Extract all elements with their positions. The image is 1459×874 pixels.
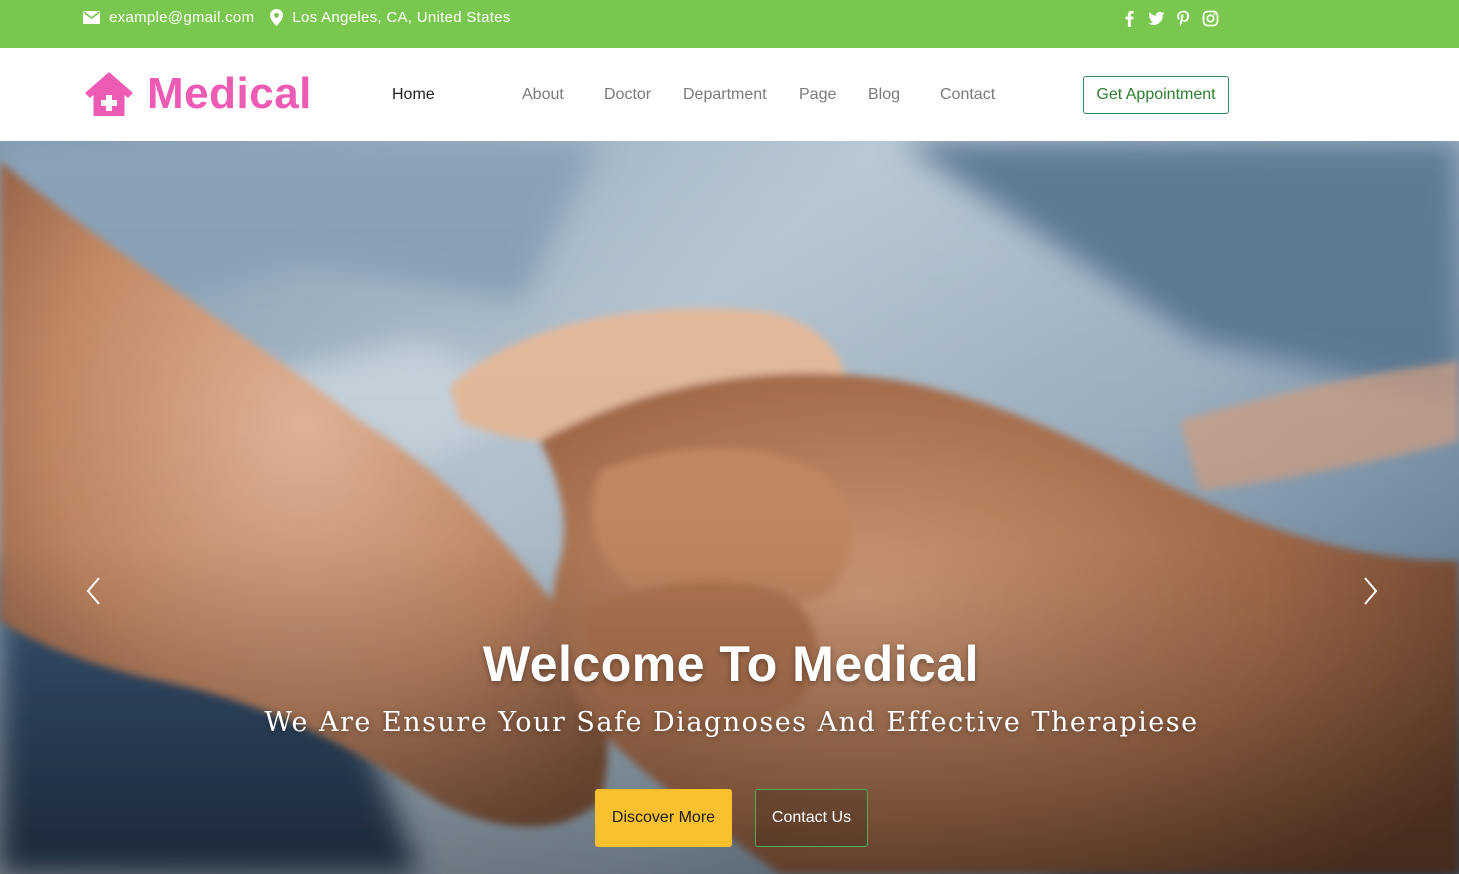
pinterest-icon[interactable]	[1175, 10, 1192, 27]
hero-title: Welcome To Medical	[482, 636, 980, 692]
nav-item-blog[interactable]: Blog	[868, 86, 900, 104]
top-bar: example@gmail.com Los Angeles, CA, Unite…	[0, 0, 1459, 48]
nav-item-contact[interactable]: Contact	[940, 86, 995, 104]
location-text: Los Angeles, CA, United States	[292, 9, 511, 26]
map-marker-icon	[270, 9, 292, 26]
logo-text: Medical	[147, 69, 312, 118]
facebook-icon[interactable]	[1121, 10, 1138, 27]
hero-overlay	[0, 141, 1459, 874]
email-item[interactable]: example@gmail.com	[83, 9, 254, 26]
contact-us-button[interactable]: Contact Us	[755, 789, 868, 847]
medical-house-icon	[83, 70, 135, 118]
envelope-icon	[83, 11, 109, 24]
chevron-left-icon	[82, 575, 106, 607]
email-text: example@gmail.com	[109, 9, 255, 26]
main-header: Medical Home About Doctor Department Pag…	[0, 48, 1459, 141]
chevron-right-icon	[1358, 575, 1382, 607]
get-appointment-button[interactable]: Get Appointment	[1083, 76, 1229, 114]
discover-more-button[interactable]: Discover More	[595, 789, 732, 847]
slider-next-button[interactable]	[1358, 575, 1382, 607]
nav-item-home[interactable]: Home	[392, 86, 435, 104]
nav-item-page[interactable]: Page	[799, 86, 836, 104]
slider-prev-button[interactable]	[82, 575, 106, 607]
twitter-icon[interactable]	[1148, 10, 1165, 27]
nav-item-doctor[interactable]: Doctor	[604, 86, 651, 104]
site-logo[interactable]: Medical	[83, 68, 312, 120]
hero-subtitle: We Are Ensure Your Safe Diagnoses And Ef…	[264, 707, 1199, 738]
location-item: Los Angeles, CA, United States	[270, 9, 510, 26]
nav-item-about[interactable]: About	[522, 86, 564, 104]
hero-slider: Welcome To Medical We Are Ensure Your Sa…	[0, 141, 1459, 874]
social-links	[1121, 10, 1229, 27]
top-contact-info: example@gmail.com Los Angeles, CA, Unite…	[83, 9, 527, 26]
instagram-icon[interactable]	[1202, 10, 1219, 27]
nav-item-department[interactable]: Department	[683, 86, 767, 104]
